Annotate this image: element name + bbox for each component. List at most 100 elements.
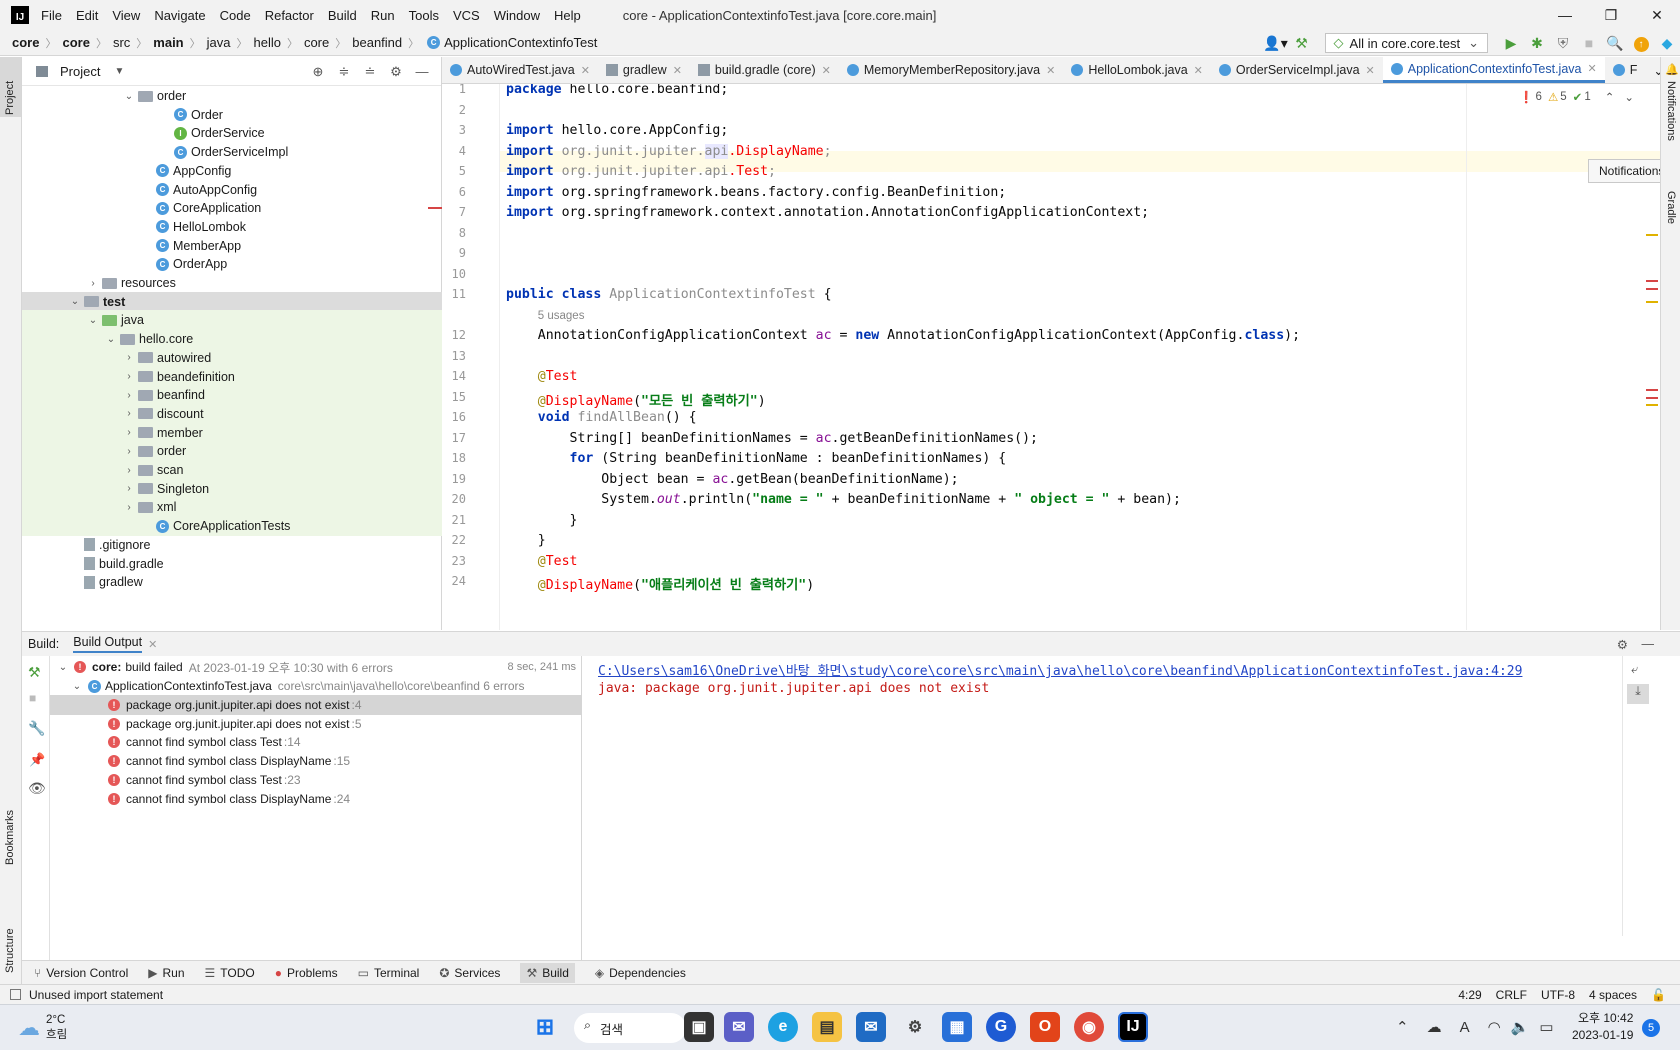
tool-build[interactable]: ⚒ Build (520, 962, 575, 983)
menu-vcs[interactable]: VCS (453, 8, 480, 23)
run-icon[interactable]: ▶ (1498, 35, 1524, 52)
start-icon[interactable]: ⊞ (530, 1012, 560, 1042)
update-icon[interactable]: ↑ (1628, 34, 1654, 52)
previous-highlight-icon[interactable]: ⌃ (1605, 90, 1615, 104)
scroll-to-end-icon[interactable]: ⤓ (1627, 684, 1649, 704)
project-panel-title[interactable]: Project (60, 64, 100, 79)
breadcrumb-item[interactable]: ApplicationContextinfoTest (444, 35, 597, 50)
build-error-row[interactable]: ! cannot find symbol class DisplayName:24 (50, 789, 582, 809)
code-editor[interactable]: 1 2 3 4 5 6 7 8 9 10 11 12 13 14 15 16 17 18 19 20 21 22 23 24 … (442, 84, 1660, 630)
build-summary-row[interactable]: ⌄ ! core: build failed At 2023-01-19 오후 … (50, 657, 582, 677)
breadcrumb-item[interactable]: main (153, 35, 183, 50)
wrench-icon[interactable]: 🔧 (28, 720, 45, 737)
breadcrumb-item[interactable]: core (12, 35, 39, 50)
project-tree-item[interactable]: ⌄ java (22, 310, 442, 331)
menu-file[interactable]: File (41, 8, 62, 23)
close-icon[interactable]: ✕ (1634, 0, 1680, 30)
project-tree-item[interactable]: › member (22, 422, 442, 443)
error-stripe-mark[interactable] (1646, 389, 1658, 391)
tab-applicationcontextinfotest[interactable]: ApplicationContextinfoTest.java ✕ (1382, 57, 1605, 83)
breadcrumb-item[interactable]: java (207, 35, 231, 50)
file-explorer-icon[interactable]: ▤ (812, 1012, 842, 1042)
project-tree-item[interactable]: .gitignore (22, 535, 442, 555)
project-tree-item[interactable]: C CoreApplication (22, 198, 442, 218)
search-icon[interactable]: 🔍 (1602, 35, 1628, 52)
project-tree-item[interactable]: › xml (22, 497, 442, 518)
chevron-down-icon[interactable]: ⌄ (56, 662, 70, 673)
build-error-row[interactable]: ! cannot find symbol class Test:14 (50, 732, 582, 752)
build-error-row[interactable]: ! cannot find symbol class Test:23 (50, 770, 582, 790)
battery-icon[interactable]: ▭ (1539, 1018, 1553, 1036)
project-tree-item[interactable]: I OrderService (22, 123, 442, 143)
chevron-down-icon[interactable]: ⌄ (86, 315, 100, 326)
wifi-icon[interactable]: ◠ (1488, 1018, 1501, 1036)
error-stripe-mark[interactable] (1646, 397, 1658, 399)
menu-help[interactable]: Help (554, 8, 581, 23)
eye-icon[interactable]: 👁 (28, 780, 46, 797)
warning-stripe-mark[interactable] (1646, 404, 1658, 406)
weather-widget[interactable]: ☁ 2°C 흐림 (18, 1013, 67, 1043)
build-error-row[interactable]: ! package org.junit.jupiter.api does not … (50, 695, 582, 715)
close-icon[interactable]: ✕ (581, 64, 590, 77)
expand-all-icon[interactable]: ≑ (331, 64, 357, 80)
chevron-right-icon[interactable]: › (122, 390, 136, 401)
menu-refactor[interactable]: Refactor (265, 8, 314, 23)
build-console[interactable]: C:\Users\sam16\OneDrive\바탕 화면\study\core… (590, 656, 1650, 960)
capture-app-icon[interactable]: G (986, 1012, 1016, 1042)
project-tree-item[interactable]: C MemberApp (22, 236, 442, 256)
project-tree-item[interactable]: › beanfind (22, 385, 442, 406)
menu-build[interactable]: Build (328, 8, 357, 23)
build-hammer-icon[interactable]: ⚒ (1289, 35, 1315, 52)
project-tree-item[interactable]: C HelloLombok (22, 217, 442, 237)
chrome-icon[interactable]: ◉ (1074, 1012, 1104, 1042)
coverage-icon[interactable]: ⛨ (1550, 35, 1576, 52)
tool-services[interactable]: ✪ Services (439, 966, 500, 980)
gradle-stripe-label[interactable]: Gradle (1665, 191, 1677, 224)
project-tree-item[interactable]: ⌄ order (22, 86, 442, 106)
tab-autowiredtest[interactable]: AutoWiredTest.java ✕ (442, 57, 598, 83)
clock[interactable]: 오후 10:42 2023-01-19 (1572, 1010, 1633, 1044)
notification-count-badge[interactable]: 5 (1642, 1019, 1660, 1037)
chevron-right-icon[interactable]: › (86, 278, 100, 289)
taskbar-search[interactable]: ⌕ 검색 (574, 1013, 686, 1043)
error-stripe-mark[interactable] (1646, 288, 1658, 290)
edge-icon[interactable]: e (768, 1012, 798, 1042)
store-icon[interactable]: ▦ (942, 1012, 972, 1042)
project-tree-item[interactable]: build.gradle (22, 554, 442, 574)
notifications-stripe-label[interactable]: Notifications (1665, 81, 1677, 141)
status-toggle-icon[interactable] (10, 989, 21, 1000)
stop-icon[interactable]: ■ (29, 691, 36, 705)
close-icon[interactable]: ✕ (822, 64, 831, 77)
debug-icon[interactable]: ✱ (1524, 35, 1550, 52)
project-tree-item[interactable]: › resources (22, 273, 442, 293)
error-stripe-mark[interactable] (1646, 280, 1658, 282)
tool-run[interactable]: ▶ Run (148, 966, 184, 980)
menu-navigate[interactable]: Navigate (154, 8, 205, 23)
warning-stripe-mark[interactable] (1646, 234, 1658, 236)
chevron-right-icon[interactable]: › (122, 352, 136, 363)
chevron-down-icon[interactable]: ⌄ (122, 91, 136, 102)
project-tree-item[interactable]: ⌄ test (22, 291, 442, 312)
run-configuration-select[interactable]: ◇ All in core.core.test ⌄ (1324, 33, 1488, 53)
minimize-icon[interactable]: — (1542, 0, 1588, 30)
gear-icon[interactable]: ⚙ (383, 64, 409, 80)
indent-setting[interactable]: 4 spaces (1589, 988, 1637, 1002)
chevron-right-icon[interactable]: › (122, 408, 136, 419)
breadcrumb-item[interactable]: core (304, 35, 329, 50)
project-tree-item[interactable]: C AutoAppConfig (22, 180, 442, 200)
line-separator[interactable]: CRLF (1496, 988, 1527, 1002)
tab-memorymemberrepository[interactable]: MemoryMemberRepository.java ✕ (839, 57, 1063, 83)
mail-icon[interactable]: ✉ (856, 1012, 886, 1042)
ime-icon[interactable]: A (1460, 1019, 1470, 1036)
file-encoding[interactable]: UTF-8 (1541, 988, 1575, 1002)
project-tree-item[interactable]: C OrderServiceImpl (22, 142, 442, 162)
menu-window[interactable]: Window (494, 8, 540, 23)
project-tree-item[interactable]: › order (22, 441, 442, 462)
menu-edit[interactable]: Edit (76, 8, 98, 23)
breadcrumb-item[interactable]: hello (253, 35, 280, 50)
next-highlight-icon[interactable]: ⌄ (1624, 90, 1634, 104)
hide-icon[interactable]: — (1642, 637, 1655, 651)
tool-terminal[interactable]: ▭ Terminal (358, 966, 420, 980)
settings-gear-icon[interactable]: ⚙ (900, 1012, 930, 1042)
office-icon[interactable]: O (1030, 1012, 1060, 1042)
